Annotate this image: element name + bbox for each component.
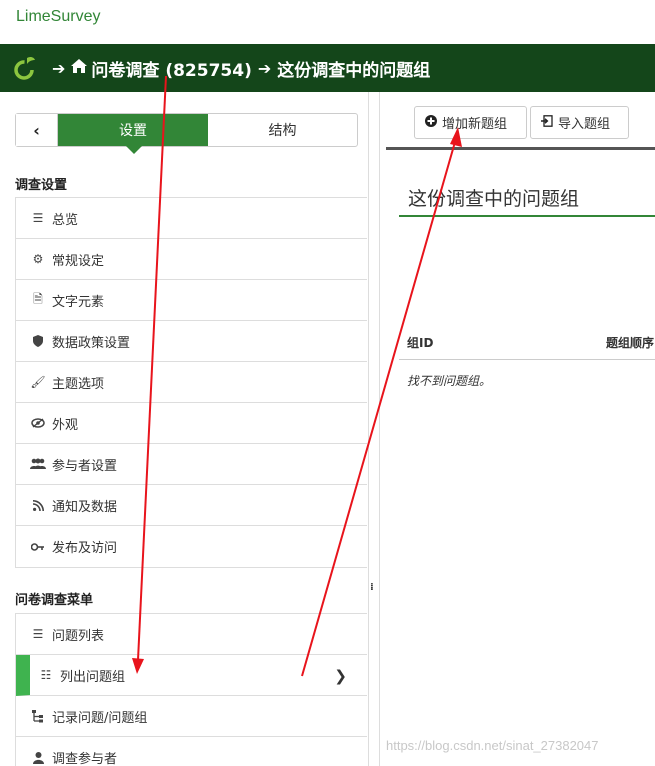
sidebar-item-label: 调查参与者 xyxy=(52,752,118,766)
sidebar-item-label: 主题选项 xyxy=(52,376,105,392)
plus-circle-icon xyxy=(425,115,437,130)
list-icon: ☰ xyxy=(32,627,44,641)
brush-icon: 🖌 xyxy=(30,375,46,389)
arrow-right-icon: ➔ xyxy=(52,58,66,78)
arrow-right-icon: ➔ xyxy=(257,58,272,78)
sidebar-item-text-elements[interactable]: 🗎 文字元素 xyxy=(16,280,367,321)
sidebar-item-overview[interactable]: ☰ 总览 xyxy=(16,198,367,239)
sidebar-item-label: 问题列表 xyxy=(52,628,105,644)
import-question-group-button[interactable]: 导入题组 xyxy=(530,106,629,139)
sidebar-item-participant-settings[interactable]: 参与者设置 xyxy=(16,444,367,485)
chevron-right-icon: ❯ xyxy=(334,667,347,685)
sidebar-item-label: 记录问题/问题组 xyxy=(52,710,148,726)
watermark-text: https://blog.csdn.net/sinat_27382047 xyxy=(386,738,599,753)
main-content: 增加新题组 导入题组 这份调查中的问题组 组ID 题组顺序 找不到问题组。 xyxy=(380,92,655,766)
import-question-group-label: 导入题组 xyxy=(558,117,611,132)
sidebar-item-label: 参与者设置 xyxy=(52,458,118,474)
sidebar-item-label: 常规设定 xyxy=(52,253,105,269)
column-header-group-order[interactable]: 题组顺序 xyxy=(606,334,655,351)
brand-name[interactable]: LimeSurvey xyxy=(16,8,100,26)
sidebar-item-theme-options[interactable]: 🖌 主题选项 xyxy=(16,362,367,403)
sidebar-item-label: 总览 xyxy=(52,212,79,228)
sidebar-item-presentation[interactable]: 外观 xyxy=(16,403,367,444)
key-icon xyxy=(30,542,46,552)
rss-icon xyxy=(30,499,46,511)
page-title: 这份调查中的问题组 xyxy=(408,188,580,210)
user-icon xyxy=(30,751,46,764)
breadcrumb: ➔ 问卷调查 (825754) ➔ 这份调查中的问题组 xyxy=(0,44,655,92)
sidebar-item-question-list[interactable]: ☰ 问题列表 xyxy=(16,614,367,655)
resize-handle-icon[interactable]: ⁞ xyxy=(370,582,374,593)
home-icon[interactable] xyxy=(71,59,88,77)
chevron-left-icon: ‹ xyxy=(33,120,40,140)
th-list-icon: ☷ xyxy=(40,668,52,682)
title-underline xyxy=(399,215,655,217)
users-icon xyxy=(30,458,46,470)
add-question-group-label: 增加新题组 xyxy=(442,117,508,132)
empty-table-message: 找不到问题组。 xyxy=(407,374,492,388)
sidebar-item-label: 发布及访问 xyxy=(52,541,118,556)
import-icon xyxy=(541,115,553,130)
cogs-icon: ⚙ xyxy=(32,252,44,266)
sidebar-item-publication-access[interactable]: 发布及访问 xyxy=(16,526,367,567)
file-text-icon: 🗎 xyxy=(33,291,43,306)
table-header-divider xyxy=(399,359,655,360)
sidebar-item-list-question-groups[interactable]: ☷ 列出问题组 ❯ xyxy=(16,655,367,696)
list-icon: ☰ xyxy=(32,211,44,225)
section-title-survey-menu: 问卷调查菜单 xyxy=(15,593,94,608)
sidebar-item-general-settings[interactable]: ⚙ 常规设定 xyxy=(16,239,367,280)
sidebar: ‹ 设置 结构 调查设置 ☰ 总览 ⚙ 常规设定 🗎 文字元素 数据政策设置 🖌… xyxy=(0,92,368,766)
survey-settings-menu: ☰ 总览 ⚙ 常规设定 🗎 文字元素 数据政策设置 🖌 主题选项 外观 参与者设… xyxy=(15,197,367,568)
toolbar: 增加新题组 导入题组 xyxy=(386,104,655,150)
breadcrumb-current: 这份调查中的问题组 xyxy=(277,60,431,81)
sidebar-item-data-policy[interactable]: 数据政策设置 xyxy=(16,321,367,362)
add-question-group-button[interactable]: 增加新题组 xyxy=(414,106,527,139)
column-header-group-id[interactable]: 组ID xyxy=(407,334,433,351)
sidebar-item-label: 数据政策设置 xyxy=(52,335,131,351)
limesurvey-logo-icon[interactable] xyxy=(12,55,38,81)
sidebar-item-label: 列出问题组 xyxy=(60,669,126,685)
sidebar-item-label: 外观 xyxy=(52,417,79,433)
sidebar-item-reorder-questions[interactable]: 记录问题/问题组 xyxy=(16,696,367,737)
breadcrumb-survey-link[interactable]: 问卷调查 (825754) xyxy=(91,56,251,81)
sidebar-tabs: ‹ 设置 结构 xyxy=(15,113,358,154)
sidebar-item-label: 文字元素 xyxy=(52,294,105,310)
collapse-sidebar-button[interactable]: ‹ xyxy=(16,114,58,146)
survey-menu: ☰ 问题列表 ☷ 列出问题组 ❯ 记录问题/问题组 调查参与者 xyxy=(15,613,367,766)
sidebar-item-notifications-data[interactable]: 通知及数据 xyxy=(16,485,367,526)
sidebar-resize-divider[interactable] xyxy=(368,92,380,766)
eye-slash-icon xyxy=(30,418,46,428)
brand-bar: LimeSurvey xyxy=(0,0,655,44)
shield-icon xyxy=(30,335,46,347)
sitemap-icon xyxy=(30,709,46,723)
sidebar-item-label: 通知及数据 xyxy=(52,499,118,515)
section-title-survey-settings: 调查设置 xyxy=(15,178,68,193)
tab-structure[interactable]: 结构 xyxy=(208,114,357,146)
tab-settings[interactable]: 设置 xyxy=(58,114,208,154)
sidebar-item-survey-participants[interactable]: 调查参与者 xyxy=(16,737,367,766)
